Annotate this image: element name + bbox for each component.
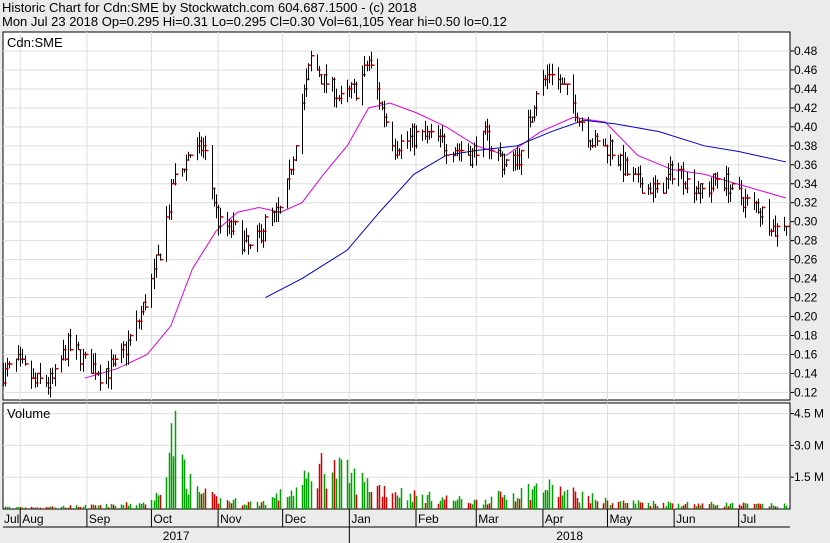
volume-tick-label: 3.0 M	[794, 438, 824, 452]
volume-tick-label: 1.5 M	[794, 470, 824, 484]
price-tick-label: 0.28	[794, 234, 818, 248]
price-tick-label: 0.16	[794, 347, 818, 361]
month-label: Oct	[153, 512, 172, 526]
price-tick-label: 0.36	[794, 158, 818, 172]
price-tick-label: 0.42	[794, 101, 818, 115]
month-label: Apr	[545, 512, 564, 526]
price-tick-label: 0.34	[794, 177, 818, 191]
month-label: Nov	[220, 512, 241, 526]
price-tick-label: 0.44	[794, 82, 818, 96]
stock-chart-window: { "header": { "line1": "Historic Chart f…	[0, 0, 830, 543]
volume-panel-title: Volume	[7, 406, 50, 421]
year-label: 2018	[556, 529, 583, 543]
price-tick-label: 0.46	[794, 63, 818, 77]
price-tick-label: 0.12	[794, 385, 818, 399]
month-label: Jan	[351, 512, 370, 526]
month-label: Jul	[4, 512, 19, 526]
price-panel-title: Cdn:SME	[7, 35, 63, 50]
price-tick-label: 0.24	[794, 272, 818, 286]
price-tick-label: 0.26	[794, 253, 818, 267]
price-tick-label: 0.30	[794, 215, 818, 229]
price-tick-label: 0.48	[794, 44, 818, 58]
price-tick-label: 0.14	[794, 366, 818, 380]
price-tick-label: 0.20	[794, 310, 818, 324]
year-label: 2017	[163, 529, 190, 543]
month-label: Jul	[741, 512, 756, 526]
month-label: Dec	[285, 512, 306, 526]
month-label: Mar	[478, 512, 499, 526]
date-axis: Jul Aug Sep Oct Nov Dec Jan Feb Mar Apr May Jun Jul2…	[3, 509, 790, 543]
month-label: Aug	[22, 512, 43, 526]
price-volume-chart: 0.12 0.14 0.16 0.18 0.20 0.22 0.24 0.26 0.28 0.30…	[2, 31, 824, 543]
price-tick-label: 0.22	[794, 291, 818, 305]
price-tick-label: 0.40	[794, 120, 818, 134]
price-tick-label: 0.32	[794, 196, 818, 210]
month-label: Sep	[89, 512, 111, 526]
volume-axis: 1.5 M 3.0 M 4.5 M	[790, 407, 824, 484]
volume-tick-label: 4.5 M	[794, 407, 824, 421]
month-label: Feb	[418, 512, 439, 526]
price-axis: 0.12 0.14 0.16 0.18 0.20 0.22 0.24 0.26 0.28 0.30…	[790, 44, 818, 399]
volume-panel	[2, 402, 791, 510]
price-tick-label: 0.38	[794, 139, 818, 153]
month-label: May	[609, 512, 632, 526]
price-tick-label: 0.18	[794, 329, 818, 343]
month-label: Jun	[676, 512, 695, 526]
